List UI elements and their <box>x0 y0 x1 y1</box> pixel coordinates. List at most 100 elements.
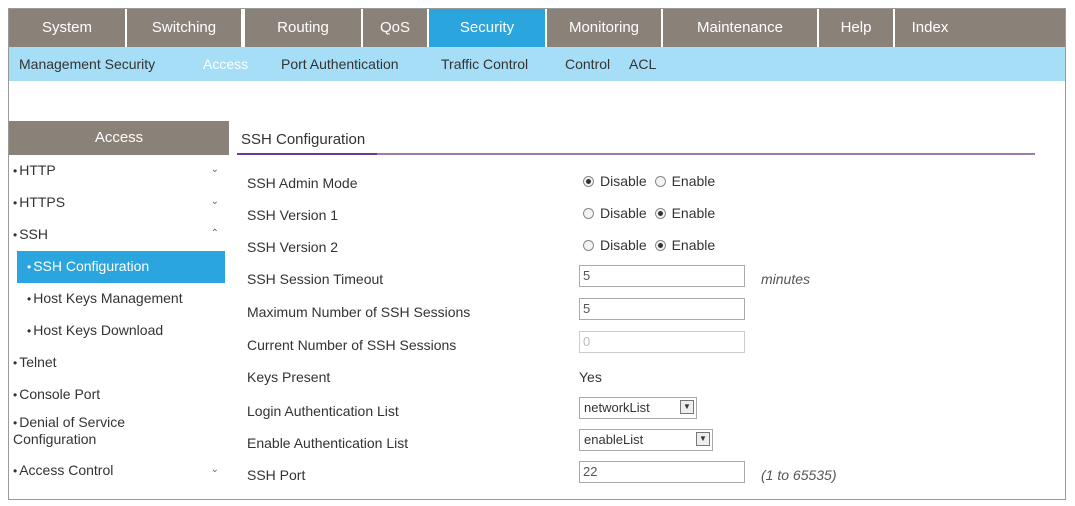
unit-label: minutes <box>761 271 811 287</box>
subnav-acl[interactable]: ACL <box>629 47 656 81</box>
sidebar-item-label: Denial of Service <box>19 414 126 430</box>
field-ssh-version-2: SSH Version 2 Disable Enable <box>247 231 1027 263</box>
tab-routing[interactable]: Routing <box>243 9 363 47</box>
field-max-ssh-sessions: Maximum Number of SSH Sessions 5 <box>247 296 1027 328</box>
sidebar: Access • HTTP ⌄ • HTTPS ⌄ • SSH ⌃ • SSH Conf… <box>9 121 229 499</box>
title-underline <box>237 153 377 155</box>
field-ssh-port: SSH Port 22 (1 to 65535) <box>247 459 1027 491</box>
sidebar-title: Access <box>9 121 229 155</box>
sidebar-item-label: Telnet <box>19 354 57 370</box>
tab-index[interactable]: Index <box>895 9 965 47</box>
bullet-icon: • <box>27 260 32 274</box>
max-sessions-input[interactable]: 5 <box>579 298 745 320</box>
sidebar-item-https[interactable]: • HTTPS ⌄ <box>9 187 225 219</box>
radio-admin-enable[interactable] <box>654 176 666 187</box>
radio-admin-disable[interactable] <box>583 176 594 187</box>
sidebar-item-label: SSH Configuration <box>33 258 150 274</box>
sub-nav: Management Security Access Port Authenti… <box>9 47 1065 81</box>
bullet-icon: • <box>13 164 18 178</box>
field-label: SSH Port <box>247 467 306 483</box>
field-label: SSH Admin Mode <box>247 175 358 191</box>
sidebar-item-label: Host Keys Management <box>33 290 183 306</box>
radio-v2-disable[interactable] <box>583 240 594 251</box>
sidebar-item-console-port[interactable]: • Console Port <box>9 379 225 411</box>
enable-auth-select[interactable]: enableList ▼ <box>579 429 713 451</box>
dropdown-arrow-icon[interactable]: ▼ <box>696 432 710 446</box>
tab-monitoring[interactable]: Monitoring <box>547 9 663 47</box>
chevron-up-icon[interactable]: ⌃ <box>211 228 219 239</box>
tab-maintenance[interactable]: Maintenance <box>663 9 819 47</box>
ssh-port-input[interactable]: 22 <box>579 461 745 483</box>
field-label: Login Authentication List <box>247 403 399 419</box>
select-value: networkList <box>584 400 650 415</box>
bullet-icon: • <box>13 196 18 210</box>
sidebar-item-label: Host Keys Download <box>33 322 164 338</box>
sidebar-item-label: Access Control <box>19 462 114 478</box>
app-frame: System Switching Routing QoS Security Mo… <box>8 8 1066 500</box>
sidebar-item-telnet[interactable]: • Telnet <box>9 347 225 379</box>
radio-v1-disable[interactable] <box>583 208 594 219</box>
sidebar-item-ssh[interactable]: • SSH ⌃ <box>9 219 225 251</box>
radio-label: Enable <box>671 205 716 221</box>
radio-v1-enable[interactable] <box>654 208 666 219</box>
tab-system[interactable]: System <box>9 9 127 47</box>
radio-label: Enable <box>671 237 716 253</box>
field-label: SSH Version 2 <box>247 239 339 255</box>
chevron-down-icon[interactable]: ⌄ <box>211 196 219 207</box>
keys-present-value: Yes <box>579 369 602 385</box>
sidebar-item-label: SSH <box>19 226 48 242</box>
field-ssh-session-timeout: SSH Session Timeout 5 minutes <box>247 263 1027 295</box>
field-label: Enable Authentication List <box>247 435 409 451</box>
sidebar-item-host-keys-download[interactable]: • Host Keys Download <box>9 315 225 347</box>
field-current-ssh-sessions: Current Number of SSH Sessions 0 <box>247 329 1027 361</box>
page-title: SSH Configuration <box>241 131 366 148</box>
field-ssh-version-1: SSH Version 1 Disable Enable <box>247 199 1027 231</box>
subnav-traffic-control[interactable]: Traffic Control <box>441 47 528 81</box>
sidebar-item-label-line2: Configuration <box>13 431 97 447</box>
field-label: SSH Session Timeout <box>247 271 384 287</box>
field-label: Current Number of SSH Sessions <box>247 337 457 353</box>
sidebar-item-label: Console Port <box>19 386 101 402</box>
subnav-access[interactable]: Access <box>203 47 248 81</box>
sidebar-item-label: HTTP <box>19 162 56 178</box>
bullet-icon: • <box>13 416 18 430</box>
bullet-icon: • <box>27 292 32 306</box>
bullet-icon: • <box>13 388 18 402</box>
tab-switching[interactable]: Switching <box>127 9 243 47</box>
tab-security[interactable]: Security <box>429 9 547 47</box>
field-label: SSH Version 1 <box>247 207 339 223</box>
subnav-control[interactable]: Control <box>565 47 610 81</box>
field-login-auth-list: Login Authentication List networkList ▼ <box>247 395 1027 427</box>
field-ssh-admin-mode: SSH Admin Mode Disable Enable <box>247 167 1027 199</box>
chevron-down-icon[interactable]: ⌄ <box>211 464 219 475</box>
tab-help[interactable]: Help <box>819 9 895 47</box>
radio-label: Disable <box>600 237 647 253</box>
current-sessions-input: 0 <box>579 331 745 353</box>
session-timeout-input[interactable]: 5 <box>579 265 745 287</box>
tab-qos[interactable]: QoS <box>363 9 429 47</box>
bullet-icon: • <box>13 464 18 478</box>
range-label: (1 to 65535) <box>761 467 837 483</box>
select-value: enableList <box>584 432 644 447</box>
sidebar-item-access-control[interactable]: • Access Control ⌄ <box>9 455 225 487</box>
dropdown-arrow-icon[interactable]: ▼ <box>680 400 694 414</box>
radio-label: Enable <box>671 173 716 189</box>
bullet-icon: • <box>27 324 32 338</box>
field-label: Maximum Number of SSH Sessions <box>247 304 471 320</box>
subnav-management-security[interactable]: Management Security <box>19 47 155 81</box>
chevron-down-icon[interactable]: ⌄ <box>211 164 219 175</box>
field-enable-auth-list: Enable Authentication List enableList ▼ <box>247 427 1027 459</box>
bullet-icon: • <box>13 228 18 242</box>
radio-label: Disable <box>600 173 647 189</box>
login-auth-select[interactable]: networkList ▼ <box>579 397 697 419</box>
sidebar-item-denial-of-service[interactable]: • Denial of Service Configuration <box>9 411 225 451</box>
top-nav: System Switching Routing QoS Security Mo… <box>9 9 1065 47</box>
main-content: SSH Configuration SSH Admin Mode Disable… <box>237 121 1065 499</box>
radio-v2-enable[interactable] <box>654 240 666 251</box>
sidebar-item-ssh-configuration[interactable]: • SSH Configuration <box>17 251 225 283</box>
sidebar-item-http[interactable]: • HTTP ⌄ <box>9 155 225 187</box>
subnav-port-authentication[interactable]: Port Authentication <box>281 47 399 81</box>
sidebar-item-host-keys-management[interactable]: • Host Keys Management <box>9 283 225 315</box>
field-keys-present: Keys Present Yes <box>247 361 1027 393</box>
bullet-icon: • <box>13 356 18 370</box>
